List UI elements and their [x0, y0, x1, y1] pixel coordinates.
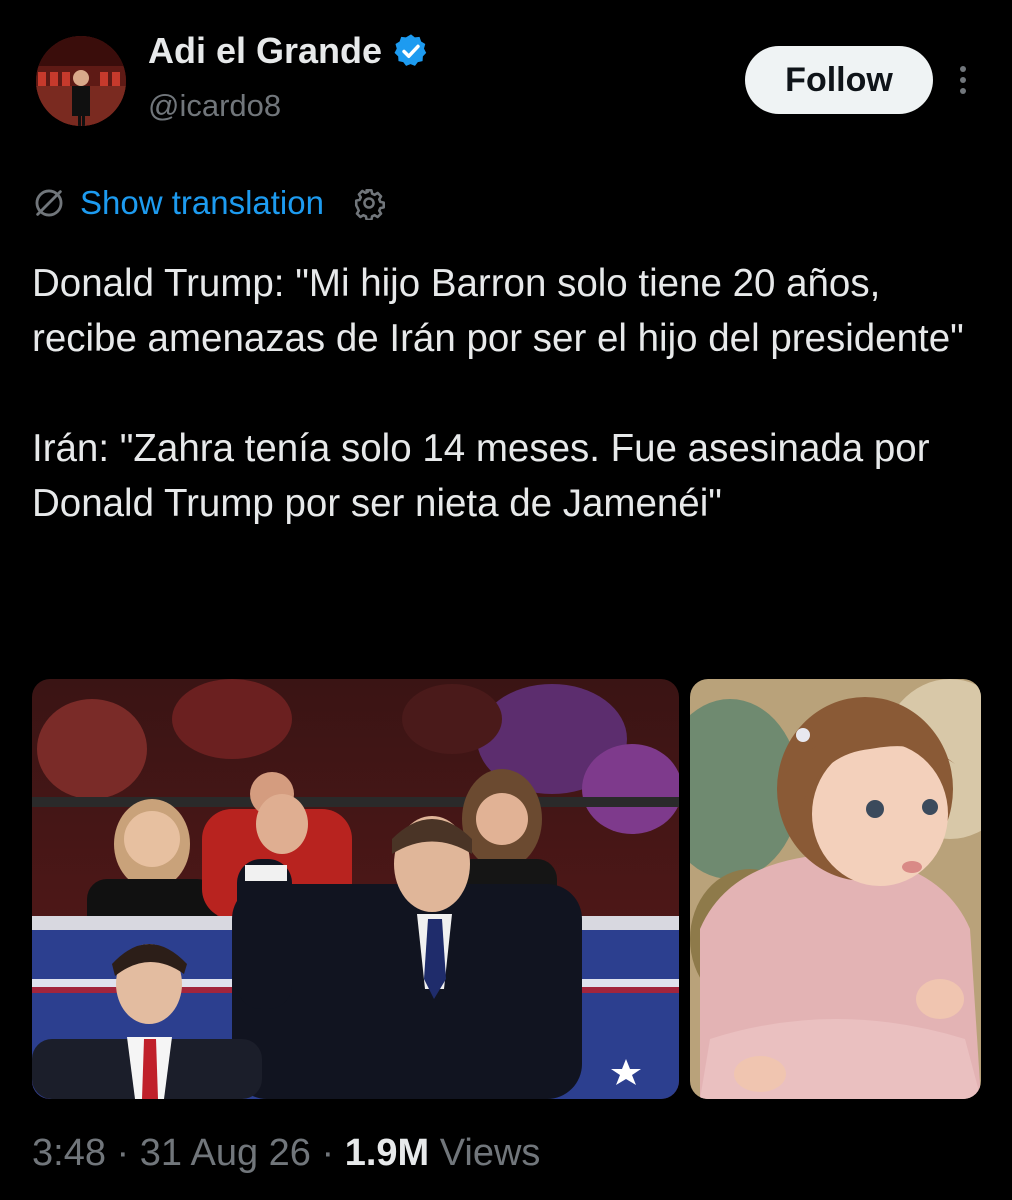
verified-badge-icon[interactable] — [392, 32, 430, 70]
meta-separator: · — [310, 1132, 345, 1174]
author-display-name[interactable]: Adi el Grande — [148, 30, 382, 72]
tweet-photo-rally[interactable] — [32, 679, 679, 1099]
views-label: Views — [429, 1132, 541, 1174]
tweet-photo-toddler[interactable] — [690, 679, 981, 1099]
tweet-date[interactable]: 31 Aug 26 — [140, 1132, 311, 1174]
settings-gear-icon[interactable] — [352, 186, 386, 221]
rally-photo-illustration — [32, 679, 679, 1099]
tweet-time[interactable]: 3:48 — [32, 1132, 106, 1174]
author-avatar[interactable] — [36, 36, 126, 126]
author-display-name-row[interactable]: Adi el Grande — [148, 30, 430, 72]
meta-separator: · — [105, 1132, 140, 1174]
more-dot — [960, 66, 966, 72]
toddler-photo-illustration — [690, 679, 981, 1099]
tweet-text: Donald Trump: "Mi hijo Barron solo tiene… — [32, 256, 982, 531]
tweet-paragraph: Donald Trump: "Mi hijo Barron solo tiene… — [32, 262, 964, 360]
more-dot — [960, 77, 966, 83]
tweet-paragraph: Irán: "Zahra tenía solo 14 meses. Fue as… — [32, 427, 930, 525]
translation-row: Show translation — [32, 180, 386, 226]
avatar-photo — [36, 36, 126, 126]
show-translation-link[interactable]: Show translation — [80, 184, 324, 222]
follow-button[interactable]: Follow — [745, 46, 933, 114]
tweet-meta: 3:48 · 31 Aug 26 · 1.9M Views — [32, 1132, 540, 1175]
translate-icon — [32, 186, 66, 220]
views-count[interactable]: 1.9M — [345, 1132, 429, 1174]
author-handle[interactable]: @icardo8 — [148, 88, 281, 124]
more-options-icon[interactable] — [950, 60, 976, 100]
more-dot — [960, 88, 966, 94]
